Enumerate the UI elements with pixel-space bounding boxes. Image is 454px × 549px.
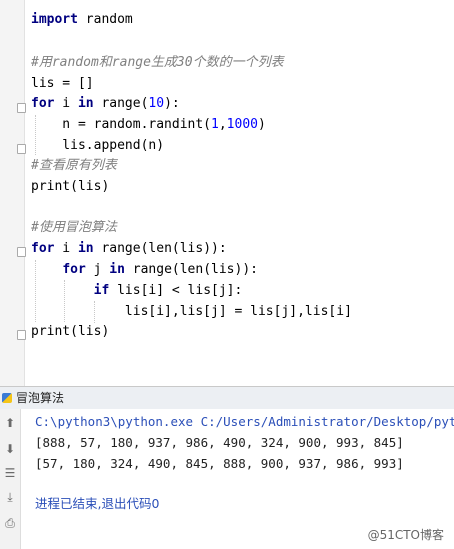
run-config-title[interactable]: 冒泡算法 [16, 387, 64, 409]
keyword: in [77, 241, 94, 256]
code-line-14[interactable]: if lis[i] < lis[j]: [31, 281, 243, 301]
console-command-line: C:\python3\python.exe C:/Users/Administr… [35, 414, 454, 429]
code-text: print(lis) [31, 179, 110, 194]
process-exit-message: 进程已结束,退出代码0 [35, 496, 160, 511]
code-line-13[interactable]: for j in range(len(lis)): [31, 260, 258, 280]
code-line-9[interactable]: print(lis) [31, 177, 109, 197]
code-text: range(len(lis)): [93, 241, 227, 256]
print-icon[interactable]: ⎙ [2, 515, 18, 531]
code-text: , [218, 117, 227, 132]
keyword: import [31, 12, 78, 27]
code-comment: #查看原有列表 [31, 158, 117, 173]
keyword: if [93, 283, 110, 298]
keyword: for [31, 241, 55, 256]
keyword: in [109, 262, 125, 277]
code-comment: #使用冒泡算法 [31, 220, 117, 235]
code-text: range( [93, 96, 149, 111]
scroll-to-end-icon[interactable]: ⤓ [2, 489, 18, 505]
fold-marker-icon[interactable] [17, 144, 26, 154]
code-line-7[interactable]: lis.append(n) [31, 136, 164, 156]
code-line-15[interactable]: lis[i],lis[j] = lis[j],lis[i] [31, 302, 352, 322]
code-text: lis[i] < lis[j]: [109, 283, 243, 298]
code-text: random [77, 12, 133, 27]
keyword: for [31, 96, 55, 111]
code-line-12[interactable]: for i in range(len(lis)): [31, 239, 227, 259]
code-text: j [85, 262, 110, 277]
python-file-icon [2, 393, 12, 403]
run-toolbar: ⬆ ⬇ ☰ ⤓ ⎙ [0, 409, 21, 549]
run-tool-window-header[interactable]: 冒泡算法 [0, 386, 454, 410]
code-comment: #用random和range生成30个数的一个列表 [31, 55, 284, 70]
code-text: i [54, 96, 78, 111]
code-line-3[interactable]: #用random和range生成30个数的一个列表 [31, 53, 284, 73]
keyword: in [77, 96, 94, 111]
keyword: for [62, 262, 86, 277]
rerun-down-icon[interactable]: ⬇ [2, 441, 18, 457]
code-text: lis = [] [31, 76, 94, 91]
number-literal: 1000 [226, 117, 258, 132]
code-line-5[interactable]: for i in range(10): [31, 94, 180, 114]
code-text: ) [257, 117, 266, 132]
editor-gutter [0, 0, 25, 386]
fold-marker-icon[interactable] [17, 247, 26, 257]
code-line-1[interactable]: import random [31, 10, 133, 30]
code-editor[interactable]: import random #用random和range生成30个数的一个列表 … [0, 0, 454, 386]
code-text: i [54, 241, 78, 256]
code-line-16[interactable]: print(lis) [31, 322, 109, 342]
console-output-line: [57, 180, 324, 490, 845, 888, 900, 937, … [35, 456, 404, 471]
code-text: print(lis) [31, 324, 110, 339]
code-text: lis.append(n) [31, 138, 165, 153]
soft-wrap-icon[interactable]: ☰ [2, 465, 18, 481]
code-text: lis[i],lis[j] = lis[j],lis[i] [31, 304, 352, 319]
number-literal: 10 [148, 96, 165, 111]
fold-marker-icon[interactable] [17, 330, 26, 340]
code-line-11[interactable]: #使用冒泡算法 [31, 218, 117, 238]
watermark: @51CTO博客 [367, 528, 444, 542]
fold-marker-icon[interactable] [17, 103, 26, 113]
number-literal: 1 [211, 117, 219, 132]
code-line-6[interactable]: n = random.randint(1,1000) [31, 115, 266, 135]
console-output-line: [888, 57, 180, 937, 986, 490, 324, 900, … [35, 435, 404, 450]
code-text: range(len(lis)): [124, 262, 258, 277]
rerun-up-icon[interactable]: ⬆ [2, 415, 18, 431]
code-text: ): [164, 96, 180, 111]
code-line-8[interactable]: #查看原有列表 [31, 156, 117, 176]
code-text: n = random.randint( [31, 117, 212, 132]
code-line-4[interactable]: lis = [] [31, 74, 94, 94]
